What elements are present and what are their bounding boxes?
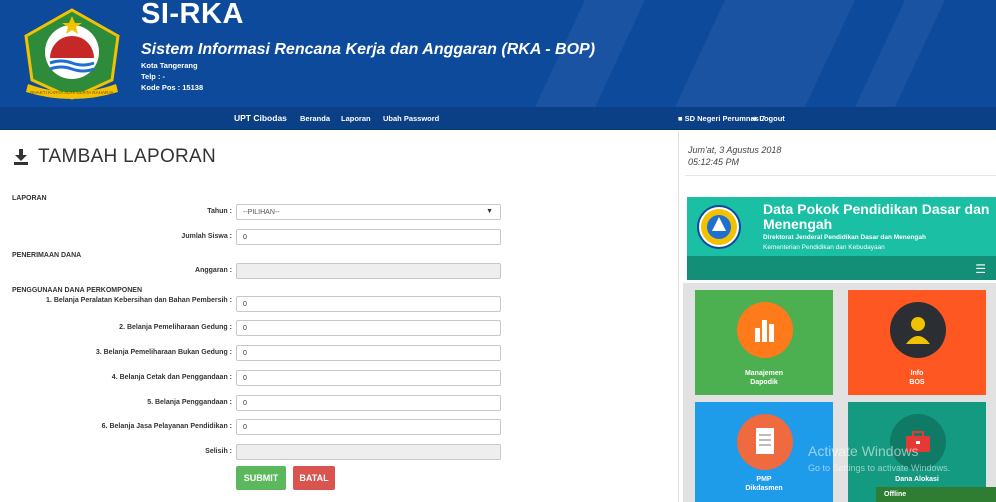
tile-info-bos[interactable]: Info BOS: [848, 290, 986, 395]
user-icon: [890, 302, 946, 358]
item2-input[interactable]: 0: [236, 320, 501, 336]
offline-chat-bar[interactable]: Offline: [876, 487, 996, 502]
date-time-display: Jum'at, 3 Agustus 2018 05:12:45 PM: [688, 144, 781, 168]
dapodik-banner[interactable]: Data Pokok Pendidikan Dasar dan Menengah…: [687, 197, 996, 256]
item3-input[interactable]: 0: [236, 345, 501, 361]
students-label: Jumlah Siswa :: [181, 233, 232, 240]
students-input[interactable]: 0: [236, 229, 501, 245]
chevron-down-icon: ▼: [486, 208, 493, 215]
logo-motto: BHAKTI KARYA ADHI KERTA RAHARJA: [30, 90, 114, 95]
section-usage-heading: PENGGUNAAN DANA PERKOMPONEN: [12, 287, 143, 294]
city-text: Kota Tangerang: [141, 61, 198, 70]
nav-logout-link[interactable]: ➜ Logout: [751, 114, 785, 123]
tile-dana-label: Dana Alokasi: [895, 476, 939, 483]
tile-manajemen-line1: Manajemen: [744, 370, 784, 377]
activate-windows-hint: Go to Settings to activate Windows.: [808, 463, 951, 473]
document-icon: [737, 414, 793, 470]
bar-chart-icon: [737, 302, 793, 358]
tile-pmp-label: PMP Dikdasmen: [695, 475, 833, 493]
item6-input[interactable]: 0: [236, 419, 501, 435]
nav-change-password-link[interactable]: Ubah Password: [383, 114, 439, 123]
tile-manajemen-line2: Dapodik: [750, 379, 778, 386]
page-heading: TAMBAH LAPORAN: [14, 146, 216, 168]
difference-input: [236, 444, 501, 460]
item3-label: 3. Belanja Pemeliharaan Bukan Gedung :: [95, 349, 232, 356]
item4-label: 4. Belanja Cetak dan Penggandaan :: [111, 374, 232, 381]
nav-logout-label: Logout: [759, 114, 785, 123]
activate-windows-watermark: Activate Windows: [808, 443, 919, 459]
tile-pmp-line1: PMP: [756, 476, 772, 483]
tile-pmp-line2: Dikdasmen: [745, 485, 783, 492]
app-title: SI-RKA: [141, 0, 244, 30]
briefcase-icon: [890, 414, 946, 470]
item5-input[interactable]: 0: [236, 395, 501, 411]
sidebar-divider: [685, 175, 996, 176]
section-income-heading: PENERIMAAN DANA: [12, 252, 82, 259]
current-date: Jum'at, 3 Agustus 2018: [688, 145, 782, 155]
column-divider: [678, 131, 679, 502]
tut-wuri-handayani-emblem: [697, 205, 741, 249]
logout-icon: ➜: [751, 114, 758, 123]
nav-report-link[interactable]: Laporan: [341, 114, 371, 123]
hamburger-menu-icon[interactable]: ☰: [975, 262, 986, 276]
user-icon: ■: [678, 114, 683, 123]
current-time: 05:12:45 PM: [688, 157, 740, 167]
submit-button[interactable]: SUBMIT: [236, 466, 286, 490]
year-select[interactable]: --PILIHAN-- ▼: [236, 204, 501, 220]
app-subtitle: Sistem Informasi Rencana Kerja dan Angga…: [141, 41, 596, 58]
year-label: Tahun :: [207, 208, 232, 215]
kota-tangerang-logo: BHAKTI KARYA ADHI KERTA RAHARJA: [24, 8, 120, 100]
banner-title: Data Pokok Pendidikan Dasar dan Menengah: [763, 202, 989, 232]
postal-code-text: Kode Pos : 15138: [141, 83, 204, 92]
banner-title-line2: Menengah: [763, 216, 833, 232]
banner-ministry: Kementerian Pendidikan dan Kebudayaan: [763, 244, 885, 251]
item1-input[interactable]: 0: [236, 296, 501, 312]
top-navbar: UPT Cibodas Beranda Laporan Ubah Passwor…: [0, 107, 996, 130]
year-select-value: --PILIHAN--: [243, 209, 280, 216]
difference-label: Selisih :: [205, 448, 232, 455]
item4-input[interactable]: 0: [236, 370, 501, 386]
nav-unit-name[interactable]: UPT Cibodas: [234, 113, 287, 123]
nav-home-link[interactable]: Beranda: [300, 114, 330, 123]
item5-label: 5. Belanja Penggandaan :: [147, 399, 232, 406]
item1-label: 1. Belanja Peralatan Kebersihan dan Baha…: [46, 297, 232, 304]
banner-title-line1: Data Pokok Pendidikan Dasar dan: [763, 201, 990, 217]
banner-menu-bar: ☰: [687, 256, 996, 280]
tile-manajemen-dapodik[interactable]: Manajemen Dapodik: [695, 290, 833, 395]
page-title: TAMBAH LAPORAN: [38, 146, 217, 167]
offline-label: Offline: [884, 491, 907, 498]
item6-label: 6. Belanja Jasa Pelayanan Pendidikan :: [101, 423, 232, 430]
item2-label: 2. Belanja Pemeliharaan Gedung :: [119, 324, 232, 331]
tile-info-label: Info BOS: [848, 369, 986, 387]
banner-subtitle: Direktorat Jenderal Pendidikan Dasar dan…: [763, 234, 926, 241]
tile-manajemen-label: Manajemen Dapodik: [695, 369, 833, 387]
tile-info-line1: Info: [910, 370, 924, 377]
section-report-heading: LAPORAN: [12, 195, 47, 202]
site-header: BHAKTI KARYA ADHI KERTA RAHARJA SI-RKA S…: [0, 0, 996, 107]
tile-info-line2: BOS: [909, 379, 925, 386]
download-icon: [14, 149, 28, 165]
phone-text: Telp : -: [141, 72, 166, 81]
budget-label: Anggaran :: [195, 267, 232, 274]
budget-input: [236, 263, 501, 279]
cancel-button[interactable]: BATAL: [293, 466, 335, 490]
